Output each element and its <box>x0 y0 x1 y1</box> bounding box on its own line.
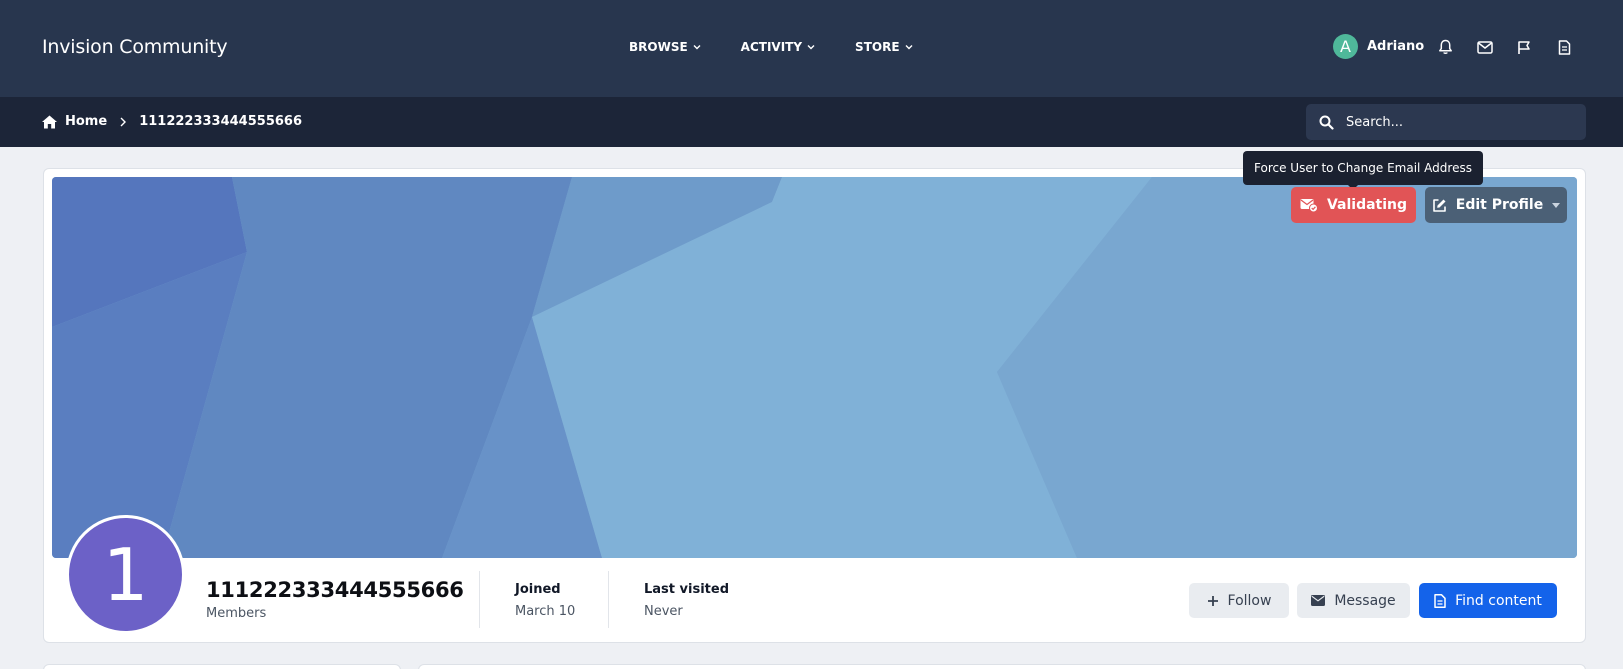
stat-joined-label: Joined <box>515 582 561 597</box>
follow-button[interactable]: Follow <box>1189 583 1289 618</box>
site-header: Invision Community BROWSE ACTIVITY STORE… <box>0 0 1623 97</box>
chevron-down-icon <box>807 45 815 50</box>
user-avatar: A <box>1333 34 1358 59</box>
message-label: Message <box>1334 592 1396 609</box>
envelope-icon <box>1477 40 1493 54</box>
search-input[interactable] <box>1346 114 1576 130</box>
caret-down-icon <box>1552 202 1561 208</box>
main-nav: BROWSE ACTIVITY STORE <box>629 40 953 54</box>
nav-activity-label: ACTIVITY <box>740 40 803 54</box>
validating-tooltip: Force User to Change Email Address <box>1243 151 1483 185</box>
follow-label: Follow <box>1227 592 1272 609</box>
bell-icon <box>1438 39 1452 54</box>
stat-divider <box>479 571 480 628</box>
user-menu[interactable]: A Adriano <box>1333 34 1424 59</box>
cover-photo <box>52 177 1577 558</box>
profile-group: Members <box>206 606 267 621</box>
nav-browse-label: BROWSE <box>629 40 688 54</box>
edit-profile-label: Edit Profile <box>1455 197 1544 213</box>
search-box[interactable] <box>1306 104 1586 140</box>
stat-last-visited-label: Last visited <box>644 582 729 597</box>
breadcrumb: Home 111222333444555666 <box>42 114 302 129</box>
content-button[interactable] <box>1555 38 1573 56</box>
home-icon <box>42 115 57 128</box>
reports-button[interactable] <box>1515 38 1533 56</box>
main-content-card <box>418 664 1586 669</box>
envelope-icon <box>1311 595 1326 606</box>
validating-label: Validating <box>1326 197 1408 213</box>
validating-button[interactable]: Validating <box>1291 187 1416 223</box>
user-name: Adriano <box>1367 39 1425 54</box>
stat-last-visited-value: Never <box>644 604 683 619</box>
sidebar-card <box>43 664 401 669</box>
find-content-button[interactable]: Find content <box>1419 583 1557 618</box>
envelope-check-icon <box>1300 199 1318 212</box>
profile-avatar[interactable]: 1 <box>66 515 185 634</box>
stat-divider <box>608 571 609 628</box>
breadcrumb-current[interactable]: 111222333444555666 <box>139 114 302 129</box>
breadcrumb-home[interactable]: Home <box>65 114 107 129</box>
chevron-right-icon <box>120 117 127 126</box>
document-icon <box>1558 39 1570 55</box>
find-content-label: Find content <box>1455 592 1542 609</box>
search-icon <box>1319 115 1334 130</box>
edit-profile-button[interactable]: Edit Profile <box>1425 187 1567 223</box>
site-title[interactable]: Invision Community <box>42 36 228 58</box>
profile-name: 111222333444555666 <box>206 578 464 602</box>
notifications-button[interactable] <box>1436 38 1454 56</box>
nav-activity[interactable]: ACTIVITY <box>741 40 815 54</box>
nav-store-label: STORE <box>855 40 900 54</box>
flag-icon <box>1518 40 1530 54</box>
messages-button[interactable] <box>1476 38 1494 56</box>
plus-icon <box>1207 595 1218 606</box>
edit-icon <box>1432 198 1446 212</box>
nav-browse[interactable]: BROWSE <box>629 40 701 54</box>
chevron-down-icon <box>905 45 913 50</box>
nav-store[interactable]: STORE <box>855 40 913 54</box>
message-button[interactable]: Message <box>1297 583 1410 618</box>
stat-joined-value: March 10 <box>515 604 576 619</box>
chevron-down-icon <box>693 45 701 50</box>
document-icon <box>1434 593 1446 608</box>
